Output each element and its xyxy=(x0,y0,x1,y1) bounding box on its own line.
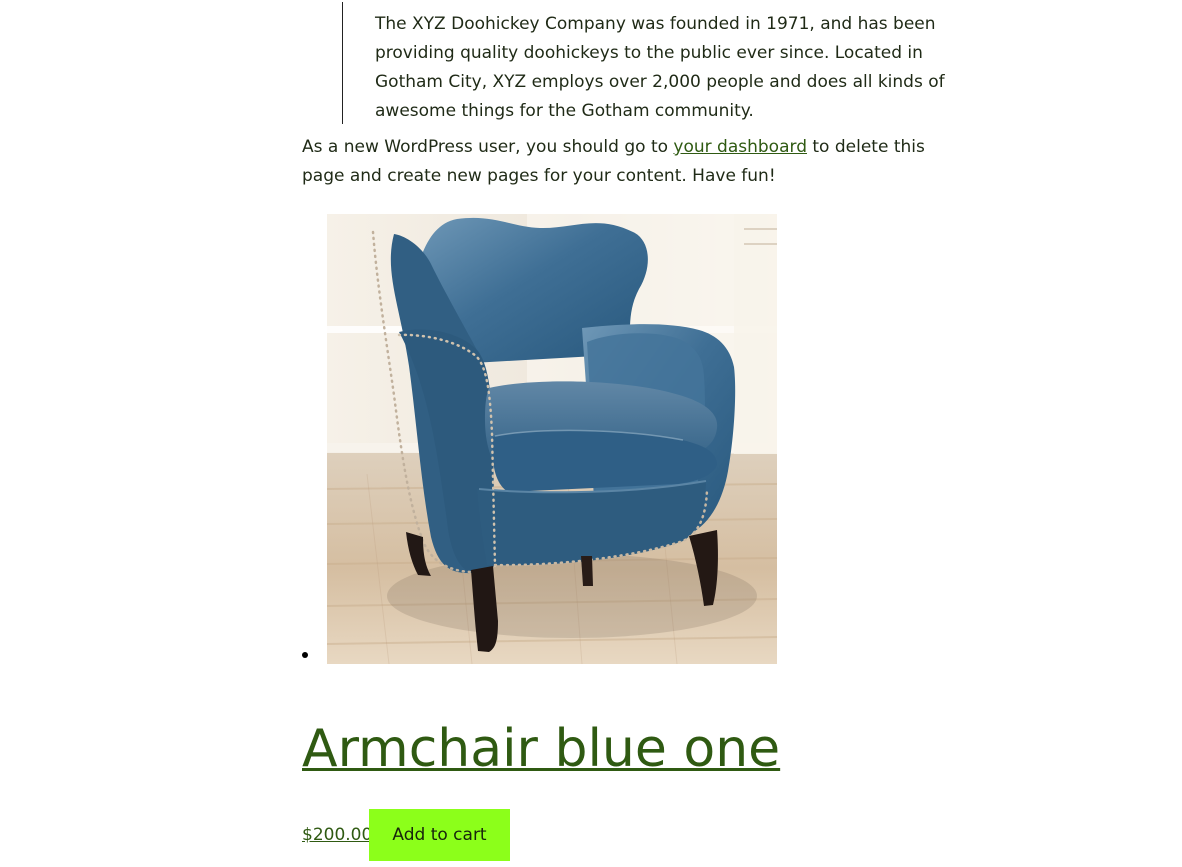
quote-text: The XYZ Doohickey Company was founded in… xyxy=(375,14,945,121)
dashboard-link[interactable]: your dashboard xyxy=(673,137,807,157)
product-image-link[interactable] xyxy=(327,214,777,664)
intro-paragraph: As a new WordPress user, you should go t… xyxy=(302,133,942,191)
company-quote: The XYZ Doohickey Company was founded in… xyxy=(342,2,962,124)
add-to-cart-button[interactable]: Add to cart xyxy=(369,809,510,861)
product-price[interactable]: $200.00 xyxy=(302,824,372,846)
blue-armchair-image xyxy=(327,214,777,664)
intro-text-before-link: As a new WordPress user, you should go t… xyxy=(302,137,674,157)
product-title-link[interactable]: Armchair blue one xyxy=(302,718,780,780)
list-bullet xyxy=(302,652,308,658)
